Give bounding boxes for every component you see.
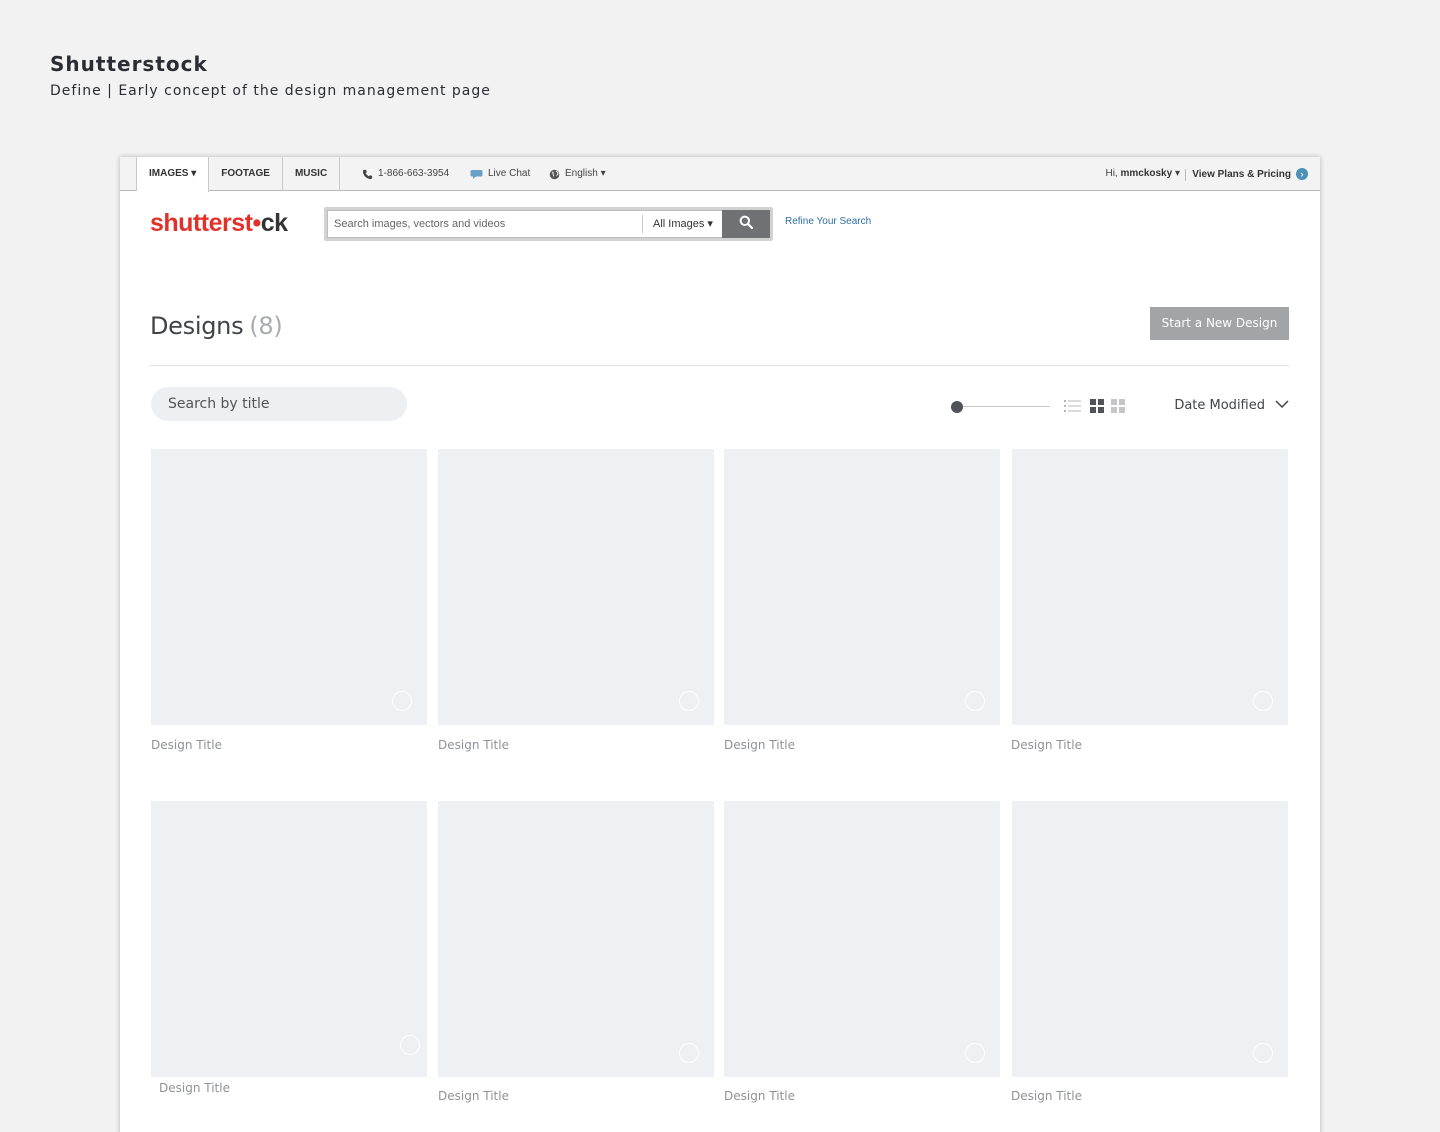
design-title[interactable]: Design Title [438, 1089, 509, 1103]
username: mmckosky [1120, 168, 1173, 179]
media-tabs: IMAGES ▾ FOOTAGE MUSIC [136, 157, 341, 192]
design-count: (8) [249, 312, 283, 340]
start-new-design-button[interactable]: Start a New Design [1150, 307, 1289, 340]
design-card[interactable] [438, 449, 714, 725]
select-circle[interactable] [392, 691, 412, 711]
phone-link[interactable]: 1-866-663-3954 [362, 157, 449, 191]
shutterstock-logo[interactable]: shutterst•ck [150, 209, 288, 238]
phone-icon [362, 169, 373, 180]
divider [150, 365, 1289, 366]
tab-music[interactable]: MUSIC [283, 157, 341, 191]
search-icon [739, 215, 754, 234]
refine-search-link[interactable]: Refine Your Search [785, 216, 871, 227]
design-title[interactable]: Design Title [151, 738, 222, 752]
live-chat-label: Live Chat [488, 168, 531, 179]
list-view-icon [1064, 400, 1082, 417]
site-search-box: All Images ▾ [327, 210, 770, 238]
view-plans-label: View Plans & Pricing [1192, 168, 1291, 180]
chat-icon [470, 169, 483, 180]
logo-dot: • [252, 209, 261, 237]
title-search-input[interactable] [151, 387, 407, 421]
select-circle[interactable] [400, 1035, 420, 1055]
chevron-down-icon [1275, 398, 1289, 413]
design-card[interactable] [724, 449, 1000, 725]
design-card[interactable] [438, 801, 714, 1077]
tab-footage[interactable]: FOOTAGE [209, 157, 283, 191]
design-title[interactable]: Design Title [1011, 1089, 1082, 1103]
user-menu[interactable]: Hi, mmckosky ▾ [1105, 157, 1180, 191]
design-card[interactable] [151, 449, 427, 725]
greeting-prefix: Hi, [1105, 168, 1121, 179]
top-utility-bar: IMAGES ▾ FOOTAGE MUSIC 1-866-663-3954 Li… [120, 157, 1320, 192]
large-grid-view-button[interactable] [1090, 399, 1108, 415]
slider-handle[interactable] [951, 401, 963, 413]
large-grid-icon [1090, 399, 1104, 417]
language-label: English ▾ [565, 168, 606, 179]
thumbnail-size-slider[interactable] [950, 397, 1050, 415]
user-menu-caret: ▾ [1172, 168, 1180, 179]
design-card[interactable] [1012, 801, 1288, 1077]
page-title-label: Designs [150, 312, 244, 340]
design-title[interactable]: Design Title [724, 738, 795, 752]
select-circle[interactable] [965, 691, 985, 711]
slider-track [954, 406, 1050, 407]
language-select[interactable]: English ▾ [549, 157, 606, 191]
divider [1185, 169, 1186, 181]
phone-number: 1-866-663-3954 [378, 168, 450, 179]
design-card[interactable] [724, 801, 1000, 1077]
select-circle[interactable] [679, 1043, 699, 1063]
select-circle[interactable] [1253, 691, 1273, 711]
logo-text-dark: ck [260, 209, 288, 237]
caption-title: Shutterstock [50, 52, 208, 76]
design-card[interactable] [151, 801, 427, 1077]
small-grid-view-button[interactable] [1111, 399, 1129, 415]
design-title[interactable]: Design Title [438, 738, 509, 752]
sort-select[interactable]: Date Modified [1174, 395, 1289, 415]
search-type-select[interactable]: All Images ▾ [642, 215, 722, 233]
small-grid-icon [1111, 399, 1125, 417]
arrow-right-icon: › [1296, 168, 1308, 180]
select-circle[interactable] [1253, 1043, 1273, 1063]
select-circle[interactable] [679, 691, 699, 711]
search-button[interactable] [722, 210, 770, 238]
sort-label: Date Modified [1174, 397, 1265, 413]
page-title: Designs (8) [150, 312, 283, 340]
live-chat-link[interactable]: Live Chat [470, 157, 530, 191]
site-search-input[interactable] [328, 211, 642, 237]
browser-window: IMAGES ▾ FOOTAGE MUSIC 1-866-663-3954 Li… [120, 157, 1320, 1132]
site-search: All Images ▾ [324, 207, 773, 241]
globe-icon [549, 169, 560, 180]
view-plans-link[interactable]: View Plans & Pricing › [1192, 157, 1308, 191]
design-title[interactable]: Design Title [724, 1089, 795, 1103]
list-view-button[interactable] [1064, 399, 1082, 415]
select-circle[interactable] [965, 1043, 985, 1063]
tab-images[interactable]: IMAGES ▾ [137, 157, 210, 192]
design-title[interactable]: Design Title [159, 1081, 230, 1095]
design-title[interactable]: Design Title [1011, 738, 1082, 752]
design-card[interactable] [1012, 449, 1288, 725]
caption-subtitle: Define | Early concept of the design man… [50, 83, 491, 99]
logo-text-red: shutterst [150, 209, 253, 237]
